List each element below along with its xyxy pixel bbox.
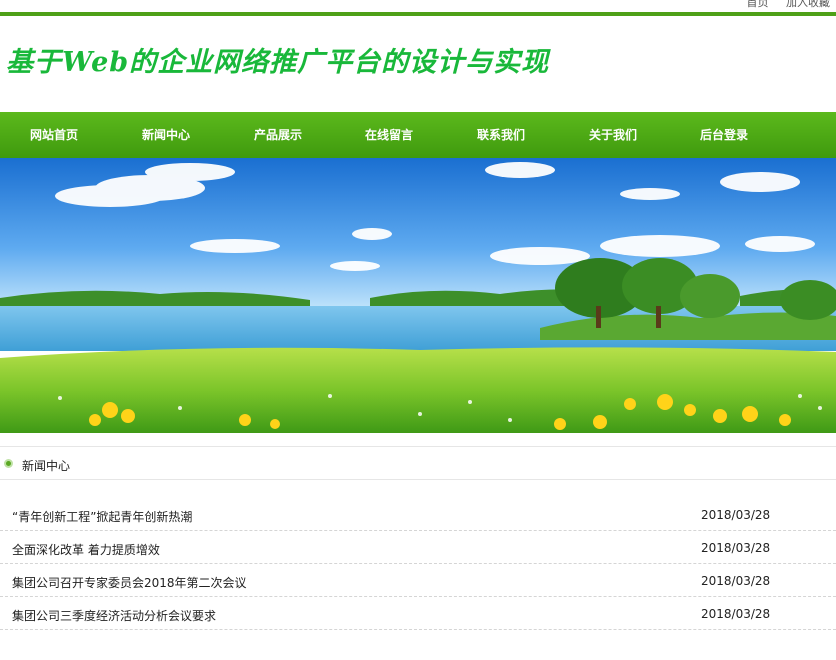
- home-link[interactable]: 首页: [747, 0, 769, 9]
- bookmark-link[interactable]: 加入收藏: [786, 0, 830, 9]
- news-date: 2018/03/28: [701, 607, 771, 621]
- top-bar: 首页 加入收藏: [0, 0, 836, 12]
- news-section-title: 新闻中心: [22, 459, 71, 473]
- list-item: 集团公司召开专家委员会2018年第二次会议 2018/03/28: [0, 564, 836, 597]
- top-links: 首页 加入收藏: [733, 0, 831, 10]
- news-date: 2018/03/28: [701, 574, 771, 588]
- news-link[interactable]: 集团公司三季度经济活动分析会议要求: [12, 607, 216, 624]
- news-link[interactable]: “青年创新工程”掀起青年创新热潮: [12, 508, 192, 525]
- nav-item-contact[interactable]: 联系我们: [477, 112, 525, 158]
- news-section-header: 新闻中心: [0, 446, 836, 480]
- nav-item-home[interactable]: 网站首页: [30, 112, 78, 158]
- nav-item-products[interactable]: 产品展示: [254, 112, 302, 158]
- list-item: 全面深化改革 着力提质增效 2018/03/28: [0, 531, 836, 564]
- nav-item-about[interactable]: 关于我们: [589, 112, 637, 158]
- nav-item-messages[interactable]: 在线留言: [365, 112, 413, 158]
- news-date: 2018/03/28: [701, 508, 771, 522]
- nav-item-news[interactable]: 新闻中心: [142, 112, 190, 158]
- nav-item-admin-login[interactable]: 后台登录: [700, 112, 748, 158]
- list-item: 集团公司三季度经济活动分析会议要求 2018/03/28: [0, 597, 836, 630]
- news-date: 2018/03/28: [701, 541, 771, 555]
- news-link[interactable]: 集团公司召开专家委员会2018年第二次会议: [12, 574, 247, 591]
- main-nav: 网站首页 新闻中心 产品展示 在线留言 联系我们 关于我们 后台登录: [0, 112, 836, 158]
- landscape-illustration: [0, 158, 836, 433]
- bullet-icon: [4, 459, 13, 468]
- news-link[interactable]: 全面深化改革 着力提质增效: [12, 541, 160, 558]
- site-header: 基于Web的企业网络推广平台的设计与实现: [0, 16, 836, 112]
- list-item: “青年创新工程”掀起青年创新热潮 2018/03/28: [0, 498, 836, 531]
- banner-image: [0, 158, 836, 433]
- site-title: 基于Web的企业网络推广平台的设计与实现: [6, 47, 550, 78]
- news-list: “青年创新工程”掀起青年创新热潮 2018/03/28 全面深化改革 着力提质增…: [0, 498, 836, 630]
